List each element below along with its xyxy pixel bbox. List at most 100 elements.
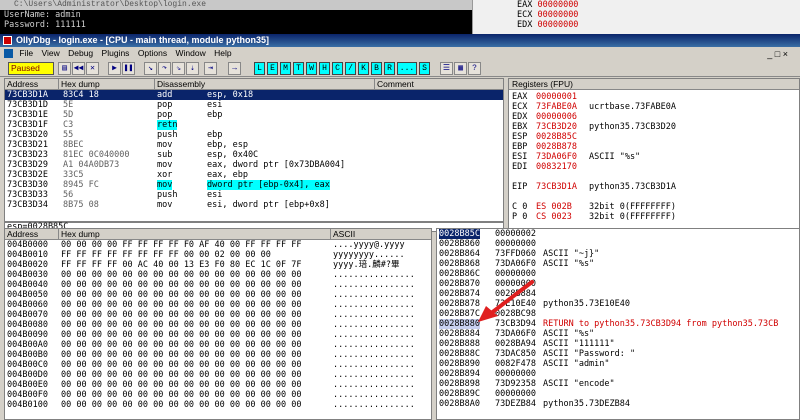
stack-row[interactable]: 0028B864 73FFD060 ASCII "~j}" bbox=[437, 249, 799, 259]
threads-button[interactable]: T bbox=[293, 62, 304, 75]
dump-row[interactable]: 004B0080 00 00 00 00 00 00 00 00 00 00 00… bbox=[5, 320, 431, 330]
trace-over-icon[interactable]: ⇣ bbox=[186, 62, 199, 75]
dump-row[interactable]: 004B0010 FF FF FF FF FF FF FF FF 00 00 02… bbox=[5, 250, 431, 260]
disasm-row[interactable]: 73CB3D33 56 push esi bbox=[5, 190, 503, 200]
dump-row[interactable]: 004B00E0 00 00 00 00 00 00 00 00 00 00 00… bbox=[5, 380, 431, 390]
stack-row[interactable]: 0028B868 73DA06F0 ASCII "%s" bbox=[437, 259, 799, 269]
menu-options[interactable]: Options bbox=[138, 48, 167, 58]
disasm-row[interactable]: 73CB3D20 55 push ebp bbox=[5, 130, 503, 140]
col-address[interactable]: Address bbox=[5, 79, 59, 90]
col-disassembly[interactable]: Disassembly bbox=[155, 79, 375, 90]
pause-icon[interactable]: ❚❚ bbox=[122, 62, 135, 75]
disasm-row[interactable]: 73CB3D1E 5D pop ebp bbox=[5, 110, 503, 120]
stack-row[interactable]: 0028B898 73D92358 ASCII "encode" bbox=[437, 379, 799, 389]
execute-till-return-icon[interactable]: ⇥ bbox=[204, 62, 217, 75]
help-icon[interactable]: ? bbox=[468, 62, 481, 75]
disasm-hex: 8B75 08 bbox=[63, 200, 99, 210]
executable-modules-button[interactable]: E bbox=[267, 62, 278, 75]
rewind-icon[interactable]: ◀◀ bbox=[72, 62, 85, 75]
run-trace-button[interactable]: ... bbox=[397, 62, 417, 75]
menu-file[interactable]: File bbox=[19, 48, 33, 58]
dump-row[interactable]: 004B0090 00 00 00 00 00 00 00 00 00 00 00… bbox=[5, 330, 431, 340]
stack-row[interactable]: 0028B894 00000000 bbox=[437, 369, 799, 379]
register-row[interactable]: EDI 00832170 bbox=[509, 162, 799, 172]
disasm-row[interactable]: 73CB3D1F C3 retn bbox=[5, 120, 503, 130]
dump-row[interactable]: 004B00C0 00 00 00 00 00 00 00 00 00 00 00… bbox=[5, 360, 431, 370]
run-icon[interactable]: ▶ bbox=[108, 62, 121, 75]
disasm-row[interactable]: 73CB3D34 8B75 08 mov esi, dword ptr [ebp+0x… bbox=[5, 200, 503, 210]
register-row[interactable]: EIP 73CB3D1A python35.73CB3D1A bbox=[509, 182, 799, 192]
dump-row[interactable]: 004B0060 00 00 00 00 00 00 00 00 00 00 00… bbox=[5, 300, 431, 310]
dump-row[interactable]: 004B00D0 00 00 00 00 00 00 00 00 00 00 00… bbox=[5, 370, 431, 380]
patches-button[interactable]: / bbox=[345, 62, 356, 75]
stack-row[interactable]: 0028B88C 73DAC850 ASCII "Password: " bbox=[437, 349, 799, 359]
log-window-button[interactable]: L bbox=[254, 62, 265, 75]
disassembly-pane[interactable]: Address Hex dump Disassembly Comment 73C… bbox=[4, 78, 504, 222]
register-row[interactable] bbox=[509, 172, 799, 182]
col-hex-dump[interactable]: Hex dump bbox=[59, 79, 155, 90]
dump-row[interactable]: 004B0000 00 00 00 00 FF FF FF FF F0 AF 40… bbox=[5, 240, 431, 250]
call-stack-button[interactable]: K bbox=[358, 62, 369, 75]
stack-row[interactable]: 0028B85C 00000002 bbox=[437, 229, 799, 239]
register-row[interactable]: EBP 0028B878 bbox=[509, 142, 799, 152]
disasm-row[interactable]: 73CB3D21 8BEC mov ebp, esp bbox=[5, 140, 503, 150]
goto-icon[interactable]: → bbox=[228, 62, 241, 75]
registers-pane[interactable]: Registers (FPU) EAX 00000001 ECX 73FABE0A uc… bbox=[508, 78, 800, 232]
menu-window[interactable]: Window bbox=[175, 48, 205, 58]
open-icon[interactable]: ▤ bbox=[58, 62, 71, 75]
dump-row[interactable]: 004B0020 FF FF FF FF 00 AC 40 00 13 E3 F0… bbox=[5, 260, 431, 270]
dump-row[interactable]: 004B0030 00 00 00 00 00 00 00 00 00 00 00… bbox=[5, 270, 431, 280]
stack-row[interactable]: 0028B884 73DA06F0 ASCII "%s" bbox=[437, 329, 799, 339]
dump-row[interactable]: 004B0050 00 00 00 00 00 00 00 00 00 00 00… bbox=[5, 290, 431, 300]
breakpoints-button[interactable]: B bbox=[371, 62, 382, 75]
windows-button[interactable]: W bbox=[306, 62, 317, 75]
register-row[interactable]: EDX 00000006 bbox=[509, 112, 799, 122]
dump-row[interactable]: 004B00F0 00 00 00 00 00 00 00 00 00 00 00… bbox=[5, 390, 431, 400]
handles-button[interactable]: H bbox=[319, 62, 330, 75]
dump-row[interactable]: 004B0100 00 00 00 00 00 00 00 00 00 00 00… bbox=[5, 400, 431, 410]
menu-debug[interactable]: Debug bbox=[68, 48, 93, 58]
dump-row[interactable]: 004B0040 00 00 00 00 00 00 00 00 00 00 00… bbox=[5, 280, 431, 290]
source-button[interactable]: S bbox=[419, 62, 430, 75]
menu-view[interactable]: View bbox=[41, 48, 59, 58]
disasm-row[interactable]: 73CB3D1A 83C4 18 add esp, 0x18 bbox=[5, 90, 503, 100]
register-row[interactable]: EAX 00000001 bbox=[509, 92, 799, 102]
list-icon[interactable]: ☰ bbox=[440, 62, 453, 75]
cpu-window-icon[interactable] bbox=[4, 49, 13, 59]
disasm-row[interactable]: 73CB3D29 A1 04A0DB73 mov eax, dword ptr [0x… bbox=[5, 160, 503, 170]
register-row[interactable] bbox=[509, 192, 799, 202]
register-row[interactable]: C 0 ES 002B 32bit 0(FFFFFFFF) bbox=[509, 202, 799, 212]
register-row[interactable]: ESI 73DA06F0 ASCII "%s" bbox=[509, 152, 799, 162]
disasm-row[interactable]: 73CB3D1D 5E pop esi bbox=[5, 100, 503, 110]
col-hex-dump[interactable]: Hex dump bbox=[59, 229, 331, 240]
register-row[interactable]: ESP 0028B85C bbox=[509, 132, 799, 142]
cpu-button[interactable]: C bbox=[332, 62, 343, 75]
menu-help[interactable]: Help bbox=[214, 48, 231, 58]
stack-row[interactable]: 0028B888 0028BA94 ASCII "111111" bbox=[437, 339, 799, 349]
disasm-row[interactable]: 73CB3D30 8945 FC mov dword ptr [ebp-0x4], e… bbox=[5, 180, 503, 190]
disasm-row[interactable]: 73CB3D2E 33C5 xor eax, ebp bbox=[5, 170, 503, 180]
trace-into-icon[interactable]: ⇘ bbox=[172, 62, 185, 75]
register-row[interactable]: ECX 73FABE0A ucrtbase.73FABE0A bbox=[509, 102, 799, 112]
close-icon[interactable]: ✕ bbox=[86, 62, 99, 75]
col-comment[interactable]: Comment bbox=[375, 79, 503, 90]
stack-row[interactable]: 0028B89C 00000000 bbox=[437, 389, 799, 399]
dump-row[interactable]: 004B00B0 00 00 00 00 00 00 00 00 00 00 00… bbox=[5, 350, 431, 360]
disasm-row[interactable]: 73CB3D23 81EC 0C040000 sub esp, 0x40C bbox=[5, 150, 503, 160]
dump-pane[interactable]: Address Hex dump ASCII 004B0000 00 00 00 … bbox=[4, 228, 432, 420]
col-address[interactable]: Address bbox=[5, 229, 59, 240]
grid-icon[interactable]: ▦ bbox=[454, 62, 467, 75]
register-row[interactable]: P 0 CS 0023 32bit 0(FFFFFFFF) bbox=[509, 212, 799, 222]
register-row[interactable]: EBX 73CB3D20 python35.73CB3D20 bbox=[509, 122, 799, 132]
stack-row[interactable]: 0028B8A0 73DEZB84 python35.73DEZB84 bbox=[437, 399, 799, 409]
step-over-icon[interactable]: ↷ bbox=[158, 62, 171, 75]
memory-map-button[interactable]: M bbox=[280, 62, 291, 75]
stack-row[interactable]: 0028B860 00000000 bbox=[437, 239, 799, 249]
stack-row[interactable]: 0028B890 0082F478 ASCII "admin" bbox=[437, 359, 799, 369]
dump-row[interactable]: 004B00A0 00 00 00 00 00 00 00 00 00 00 00… bbox=[5, 340, 431, 350]
step-into-icon[interactable]: ↘ bbox=[144, 62, 157, 75]
col-ascii[interactable]: ASCII bbox=[331, 229, 431, 240]
menu-plugins[interactable]: Plugins bbox=[102, 48, 130, 58]
dump-row[interactable]: 004B0070 00 00 00 00 00 00 00 00 00 00 00… bbox=[5, 310, 431, 320]
references-button[interactable]: R bbox=[384, 62, 395, 75]
